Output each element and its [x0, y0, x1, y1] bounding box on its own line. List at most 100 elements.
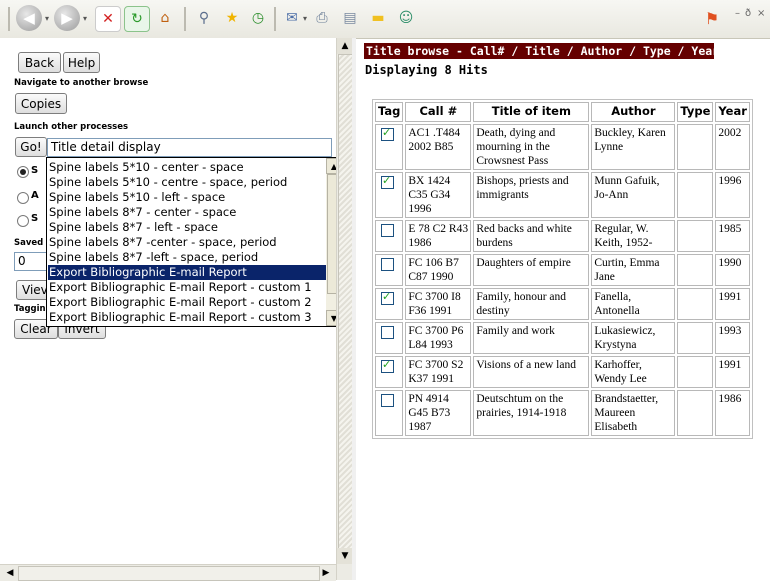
toolbar-separator: [274, 7, 276, 31]
copies-button[interactable]: Copies: [15, 93, 67, 114]
scroll-down-icon[interactable]: ▼: [337, 548, 353, 564]
column-header-type[interactable]: Type: [677, 102, 714, 122]
call-number-cell: FC 3700 P6 L84 1993: [405, 322, 472, 354]
tag-cell: [375, 220, 404, 252]
dropdown-option[interactable]: Spine labels 8*7 -left - space, period: [48, 250, 326, 265]
dropdown-option-selected[interactable]: Export Bibliographic E-mail Report: [48, 265, 326, 280]
tag-cell: [375, 172, 404, 218]
help-button[interactable]: Help: [63, 52, 100, 73]
windows-logo-icon: ⚑: [704, 8, 720, 28]
scroll-up-icon[interactable]: ▲: [337, 38, 353, 54]
stop-icon[interactable]: ✕: [95, 6, 121, 32]
title-cell[interactable]: Family, honour and destiny: [473, 288, 590, 320]
close-icon[interactable]: ×: [757, 8, 765, 19]
favorites-icon[interactable]: ★: [220, 6, 244, 30]
edit-icon[interactable]: ▤: [338, 6, 362, 30]
dropdown-option[interactable]: Spine labels 5*10 - center - space: [48, 160, 326, 175]
scroll-right-icon[interactable]: ▶: [318, 565, 334, 581]
search-icon[interactable]: ⚲: [192, 6, 216, 30]
mail-dropdown-icon[interactable]: ▾: [303, 14, 307, 23]
refresh-icon[interactable]: ↻: [124, 6, 150, 32]
tag-checkbox[interactable]: [381, 326, 394, 339]
title-cell[interactable]: Daughters of empire: [473, 254, 590, 286]
column-header-call[interactable]: Call #: [405, 102, 472, 122]
dropdown-option[interactable]: Spine labels 8*7 - center - space: [48, 205, 326, 220]
column-header-author[interactable]: Author: [591, 102, 676, 122]
tag-cell: [375, 356, 404, 388]
call-number-cell: FC 3700 I8 F36 1991: [405, 288, 472, 320]
author-cell: Karhoffer, Wendy Lee: [591, 356, 676, 388]
dropdown-option[interactable]: Spine labels 5*10 - left - space: [48, 190, 326, 205]
results-table: Tag Call # Title of item Author Type Yea…: [372, 99, 753, 439]
author-cell: Buckley, Karen Lynne: [591, 124, 676, 170]
year-cell: 1996: [715, 172, 750, 218]
left-frame-vscrollbar[interactable]: ▲ ▼: [336, 38, 353, 580]
tag-cell: [375, 124, 404, 170]
column-header-year[interactable]: Year: [715, 102, 750, 122]
page-title: Title browse - Call# / Title / Author / …: [364, 43, 714, 59]
tag-checkbox[interactable]: [381, 258, 394, 271]
dropdown-option[interactable]: Export Bibliographic E-mail Report - cus…: [48, 295, 326, 310]
type-cell: [677, 220, 714, 252]
tag-checkbox[interactable]: [381, 290, 394, 305]
call-number-cell: AC1 .T484 2002 B85: [405, 124, 472, 170]
type-cell: [677, 390, 714, 436]
title-cell[interactable]: Death, dying and mourning in the Crowsne…: [473, 124, 590, 170]
left-frame-hscrollbar[interactable]: ◀ ▶: [0, 564, 336, 581]
tag-cell: [375, 322, 404, 354]
dropdown-option[interactable]: Export Bibliographic E-mail Report - cus…: [48, 280, 326, 295]
radio-option-2[interactable]: [17, 192, 29, 204]
launch-label: Launch other processes: [14, 122, 129, 132]
title-cell[interactable]: Visions of a new land: [473, 356, 590, 388]
tag-checkbox[interactable]: [381, 358, 394, 373]
table-row: FC 3700 P6 L84 1993 Family and work Lukasi…: [375, 322, 750, 354]
table-row: BX 1424 C35 G34 1996Bishops, priests and…: [375, 172, 750, 218]
year-cell: 2002: [715, 124, 750, 170]
author-cell: Regular, W. Keith, 1952-: [591, 220, 676, 252]
column-header-tag[interactable]: Tag: [375, 102, 404, 122]
dropdown-option[interactable]: Spine labels 5*10 - centre - space, peri…: [48, 175, 326, 190]
process-dropdown-list[interactable]: Spine labels 5*10 - center - space Spine…: [46, 157, 343, 327]
tag-checkbox[interactable]: [381, 174, 394, 189]
go-button[interactable]: Go!: [15, 137, 47, 157]
home-icon[interactable]: ⌂: [153, 6, 177, 30]
frame-divider[interactable]: [352, 38, 356, 580]
saved-label: Saved: [14, 238, 44, 248]
mail-icon[interactable]: ✉: [280, 6, 304, 30]
radio-option-1[interactable]: [17, 166, 29, 178]
author-cell: Munn Gafuik, Jo-Ann: [591, 172, 676, 218]
year-cell: 1986: [715, 390, 750, 436]
tag-checkbox[interactable]: [381, 394, 394, 407]
column-header-title[interactable]: Title of item: [473, 102, 590, 122]
tag-checkbox[interactable]: [381, 126, 394, 141]
title-cell[interactable]: Red backs and white burdens: [473, 220, 590, 252]
print-icon[interactable]: ⎙: [310, 6, 334, 30]
messenger-icon[interactable]: ☺: [394, 6, 418, 30]
dropdown-option[interactable]: Spine labels 8*7 -center - space, period: [48, 235, 326, 250]
process-select[interactable]: Title detail display: [47, 138, 332, 157]
tag-checkbox[interactable]: [381, 224, 394, 237]
restore-icon[interactable]: ð: [745, 8, 751, 19]
dropdown-option[interactable]: Spine labels 8*7 - left - space: [48, 220, 326, 235]
history-icon[interactable]: ◷: [246, 6, 270, 30]
back-button[interactable]: Back: [18, 52, 61, 73]
vscroll-thumb[interactable]: [338, 54, 353, 558]
folder-icon[interactable]: ▬: [366, 6, 390, 30]
title-cell[interactable]: Deutschtum on the prairies, 1914-1918: [473, 390, 590, 436]
back-icon[interactable]: ◀: [16, 5, 42, 31]
hscroll-thumb[interactable]: [18, 566, 320, 581]
title-cell[interactable]: Bishops, priests and immigrants: [473, 172, 590, 218]
radio-option-3[interactable]: [17, 215, 29, 227]
back-dropdown-icon[interactable]: ▾: [45, 14, 49, 23]
forward-dropdown-icon[interactable]: ▾: [83, 14, 87, 23]
title-cell[interactable]: Family and work: [473, 322, 590, 354]
dropdown-option[interactable]: Export Bibliographic E-mail Report - cus…: [48, 310, 326, 325]
year-cell: 1991: [715, 356, 750, 388]
call-number-cell: FC 3700 S2 K37 1991: [405, 356, 472, 388]
table-row: E 78 C2 R43 1986 Red backs and white burd…: [375, 220, 750, 252]
scroll-left-icon[interactable]: ◀: [2, 565, 18, 581]
call-number-cell: FC 106 B7 C87 1990: [405, 254, 472, 286]
toolbar-grip: [8, 7, 10, 31]
forward-icon[interactable]: ▶: [54, 5, 80, 31]
minimize-icon[interactable]: –: [735, 8, 740, 19]
